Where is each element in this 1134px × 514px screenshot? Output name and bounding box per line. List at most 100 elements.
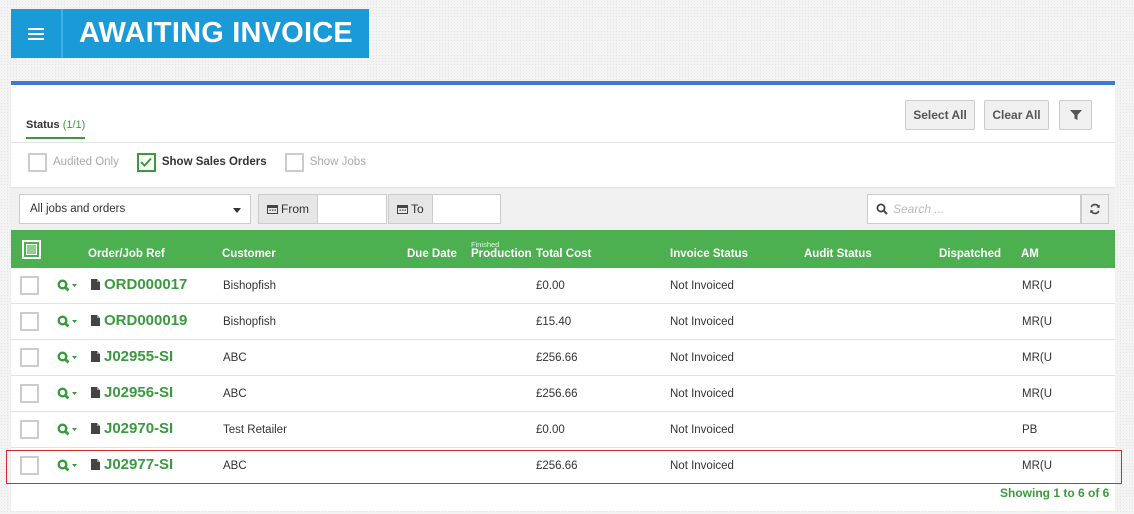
invoice-status-cell: Not Invoiced bbox=[670, 280, 734, 292]
show-sales-orders-checkbox[interactable]: Show Sales Orders bbox=[136, 152, 267, 172]
tab-status[interactable]: Status (1/1) bbox=[26, 119, 86, 139]
search-input[interactable]: Search ... bbox=[867, 194, 1081, 224]
invoice-status-cell: Not Invoiced bbox=[670, 388, 734, 400]
document-icon bbox=[91, 351, 100, 365]
menu-button[interactable] bbox=[11, 9, 61, 58]
to-label-text: To bbox=[411, 202, 424, 216]
jobs-orders-select-value: All jobs and orders bbox=[30, 203, 126, 215]
clear-all-button[interactable]: Clear All bbox=[984, 100, 1049, 130]
checkbox-box bbox=[136, 152, 156, 172]
table-header: Order/Job Ref Customer Due Date Finished… bbox=[11, 230, 1115, 268]
total-cost-cell: £256.66 bbox=[536, 388, 578, 400]
am-cell: MR(U bbox=[1022, 352, 1053, 364]
show-sales-orders-label: Show Sales Orders bbox=[161, 156, 267, 168]
customer-cell: ABC bbox=[223, 352, 247, 364]
order-ref-link[interactable]: J02970-SI bbox=[104, 420, 173, 437]
calendar-icon bbox=[397, 205, 408, 214]
select-all-rows-checkbox[interactable] bbox=[22, 240, 41, 259]
to-date-input[interactable] bbox=[432, 194, 501, 224]
am-cell: PB bbox=[1022, 424, 1038, 436]
refresh-icon bbox=[1090, 203, 1100, 215]
col-due-date[interactable]: Due Date bbox=[407, 248, 457, 260]
customer-cell: Test Retailer bbox=[223, 424, 287, 436]
to-date-label[interactable]: To bbox=[388, 194, 433, 224]
filter-icon bbox=[1069, 110, 1082, 120]
search-placeholder: Search ... bbox=[893, 202, 945, 216]
row-checkbox[interactable] bbox=[20, 276, 39, 295]
row-actions-dropdown[interactable] bbox=[57, 279, 79, 296]
am-cell: MR(U bbox=[1022, 280, 1053, 292]
col-am[interactable]: AM bbox=[1021, 248, 1039, 260]
page-header: AWAITING INVOICE bbox=[11, 9, 369, 58]
checkbox-box bbox=[284, 152, 304, 172]
customer-cell: Bishopfish bbox=[223, 316, 277, 328]
document-icon bbox=[91, 315, 100, 329]
main-panel: Status (1/1) Select All Clear All Audite… bbox=[11, 81, 1115, 511]
col-customer[interactable]: Customer bbox=[222, 248, 276, 260]
am-cell: MR(U bbox=[1022, 316, 1053, 328]
table-row[interactable]: J02970-SI Test Retailer £0.00 Not Invoic… bbox=[11, 412, 1115, 448]
checkbox-box bbox=[28, 152, 47, 172]
order-ref-link[interactable]: J02955-SI bbox=[104, 348, 173, 365]
filter-button[interactable] bbox=[1059, 100, 1092, 130]
hamburger-icon bbox=[28, 27, 44, 40]
checkmark-icon bbox=[140, 157, 153, 167]
row-checkbox[interactable] bbox=[20, 312, 39, 331]
col-invoice-status[interactable]: Invoice Status bbox=[670, 248, 748, 260]
document-icon bbox=[91, 279, 100, 293]
col-dispatched[interactable]: Dispatched bbox=[939, 248, 1001, 260]
jobs-orders-select[interactable]: All jobs and orders bbox=[19, 194, 251, 224]
table-row[interactable]: ORD000019 Bishopfish £15.40 Not Invoiced… bbox=[11, 304, 1115, 340]
document-icon bbox=[91, 423, 100, 437]
invoice-status-cell: Not Invoiced bbox=[670, 316, 734, 328]
invoice-status-cell: Not Invoiced bbox=[670, 352, 734, 364]
magnifier-dropdown-icon bbox=[57, 279, 77, 292]
page-title: AWAITING INVOICE bbox=[61, 9, 369, 58]
am-cell: MR(U bbox=[1022, 388, 1053, 400]
document-icon bbox=[91, 387, 100, 401]
table-row[interactable]: ORD000017 Bishopfish £0.00 Not Invoiced … bbox=[11, 268, 1115, 304]
to-date-group: To bbox=[388, 194, 501, 224]
order-ref-link[interactable]: ORD000017 bbox=[104, 276, 187, 293]
row-checkbox[interactable] bbox=[20, 420, 39, 439]
total-cost-cell: £256.66 bbox=[536, 352, 578, 364]
table-row[interactable]: J02956-SI ABC £256.66 Not Invoiced MR(U bbox=[11, 376, 1115, 412]
audited-only-label: Audited Only bbox=[53, 156, 119, 168]
filter-checkboxes: Audited Only Show Sales Orders Show Jobs bbox=[28, 151, 384, 173]
tab-row: Status (1/1) Select All Clear All bbox=[11, 85, 1115, 143]
calendar-icon bbox=[267, 205, 278, 214]
row-checkbox[interactable] bbox=[20, 384, 39, 403]
filter-bar: All jobs and orders From To Search ... bbox=[11, 187, 1115, 230]
show-jobs-checkbox[interactable]: Show Jobs bbox=[284, 152, 366, 172]
magnifier-dropdown-icon bbox=[57, 387, 77, 400]
col-total-cost[interactable]: Total Cost bbox=[536, 248, 591, 260]
row-actions-dropdown[interactable] bbox=[57, 351, 79, 368]
total-cost-cell: £0.00 bbox=[536, 280, 565, 292]
from-label-text: From bbox=[281, 202, 309, 216]
from-date-group: From bbox=[258, 194, 387, 224]
row-highlight-box bbox=[6, 450, 1122, 484]
row-actions-dropdown[interactable] bbox=[57, 387, 79, 404]
row-actions-dropdown[interactable] bbox=[57, 315, 79, 332]
magnifier-dropdown-icon bbox=[57, 315, 77, 328]
table-row[interactable]: J02955-SI ABC £256.66 Not Invoiced MR(U bbox=[11, 340, 1115, 376]
search-icon bbox=[876, 203, 888, 215]
show-jobs-label: Show Jobs bbox=[309, 156, 366, 168]
refresh-button[interactable] bbox=[1081, 194, 1109, 224]
order-ref-link[interactable]: J02956-SI bbox=[104, 384, 173, 401]
order-ref-link[interactable]: ORD000019 bbox=[104, 312, 187, 329]
tab-status-count: (1/1) bbox=[62, 119, 86, 131]
audited-only-checkbox[interactable]: Audited Only bbox=[28, 152, 119, 172]
col-production[interactable]: Production bbox=[471, 248, 532, 260]
caret-down-icon bbox=[233, 208, 241, 213]
select-all-button[interactable]: Select All bbox=[905, 100, 975, 130]
from-date-input[interactable] bbox=[318, 194, 387, 224]
col-audit-status[interactable]: Audit Status bbox=[804, 248, 872, 260]
pagination-summary: Showing 1 to 6 of 6 bbox=[1000, 486, 1110, 500]
row-actions-dropdown[interactable] bbox=[57, 423, 79, 440]
magnifier-dropdown-icon bbox=[57, 351, 77, 364]
row-checkbox[interactable] bbox=[20, 348, 39, 367]
from-date-label[interactable]: From bbox=[258, 194, 318, 224]
magnifier-dropdown-icon bbox=[57, 423, 77, 436]
col-ref[interactable]: Order/Job Ref bbox=[88, 248, 165, 260]
